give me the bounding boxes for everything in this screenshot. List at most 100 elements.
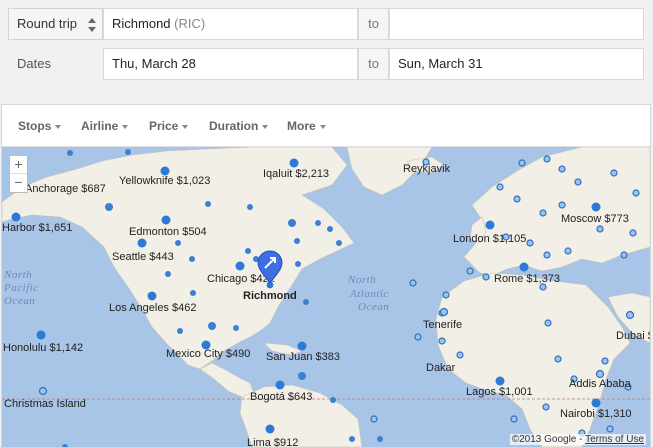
pacific-label-line2: Pacific [3, 282, 39, 294]
airport-dot[interactable] [315, 220, 321, 226]
airport-dot[interactable] [496, 183, 504, 191]
airport-dot[interactable] [610, 169, 618, 177]
filter-more[interactable]: More [287, 119, 326, 133]
airport-dot[interactable] [544, 319, 552, 327]
airport-dot[interactable] [414, 333, 422, 341]
airport-dot[interactable] [632, 189, 640, 197]
airport-dot[interactable] [442, 291, 450, 299]
airport-dot[interactable] [539, 209, 547, 217]
airport-dot[interactable] [558, 165, 566, 173]
airport-dot[interactable] [294, 238, 300, 244]
destination-christmas-island[interactable]: Christmas Island [4, 386, 86, 411]
airport-dot[interactable] [303, 299, 309, 305]
airport-dot[interactable] [105, 203, 113, 211]
ocean-label-line2: Atlantic [349, 288, 389, 300]
airport-dot[interactable] [409, 279, 417, 287]
destination-label: Lima $912 [247, 437, 298, 447]
airport-dot[interactable] [67, 150, 73, 156]
airport-dot[interactable] [189, 256, 195, 262]
airport-dot[interactable] [513, 195, 521, 203]
airport-dot[interactable] [330, 397, 336, 403]
destination-anchorage[interactable]: Anchorage $687 [20, 181, 106, 195]
airport-dot[interactable] [606, 425, 614, 433]
airport-dot[interactable] [526, 239, 534, 247]
airport-dot[interactable] [438, 337, 446, 345]
zoom-in-button[interactable]: + [10, 156, 27, 174]
airport-dot[interactable] [629, 229, 637, 237]
filter-airline[interactable]: Airline [81, 119, 129, 133]
airport-dot[interactable] [233, 325, 239, 331]
airport-dot[interactable] [466, 267, 474, 275]
airport-dot[interactable] [620, 251, 628, 259]
airport-dot[interactable] [208, 322, 216, 330]
airport-dot[interactable] [336, 240, 342, 246]
airport-dot[interactable] [554, 355, 562, 363]
trip-type-select[interactable]: Round trip [8, 8, 103, 40]
destination-label: London $1,105 [453, 233, 526, 245]
destination-label: San Juan $383 [266, 351, 340, 363]
select-arrows-icon [88, 18, 96, 32]
origin-label: Richmond [243, 290, 297, 302]
filter-duration[interactable]: Duration [209, 119, 269, 133]
destination-reykjavik[interactable]: Reykjavik [403, 163, 451, 175]
origin-field[interactable]: Richmond (RIC) [103, 8, 358, 40]
destination-honolulu[interactable]: Honolulu $1,142 [3, 330, 83, 355]
airport-dot[interactable] [482, 273, 490, 281]
depart-date-field[interactable]: Thu, March 28 [103, 48, 358, 80]
destination-label: Harbor $1,651 [2, 222, 72, 234]
airport-dot[interactable] [370, 415, 378, 423]
airport-dot[interactable] [295, 261, 301, 267]
filter-airline-label: Airline [81, 119, 119, 133]
airport-dot[interactable] [298, 372, 306, 380]
airport-dot[interactable] [542, 403, 550, 411]
airport-dot[interactable] [288, 219, 296, 227]
airport-dot[interactable] [456, 351, 464, 359]
filter-more-label: More [287, 119, 316, 133]
airport-dot[interactable] [190, 290, 196, 296]
trip-type-label: Round trip [17, 16, 77, 31]
destination-label: Anchorage $687 [25, 183, 106, 195]
airport-dot[interactable] [165, 271, 171, 277]
destination-label: Rome $1,373 [494, 273, 560, 285]
airport-dot[interactable] [175, 240, 181, 246]
airport-dot[interactable] [245, 248, 251, 254]
destination-label: Tenerife [423, 319, 462, 331]
airport-dot[interactable] [510, 415, 518, 423]
airport-dot[interactable] [596, 225, 604, 233]
origin-city: Richmond [112, 16, 171, 31]
airport-dot[interactable] [558, 201, 566, 209]
filter-stops[interactable]: Stops [18, 119, 62, 133]
airport-dot[interactable] [327, 226, 333, 232]
world-map[interactable]: North Atlantic Ocean North Pacific Ocean… [2, 147, 650, 447]
map-canvas: North Atlantic Ocean North Pacific Ocean… [2, 147, 650, 447]
destination-field[interactable] [389, 8, 644, 40]
filter-price[interactable]: Price [149, 119, 189, 133]
airport-dot[interactable] [601, 357, 609, 365]
airport-dot[interactable] [247, 204, 253, 210]
airport-dot[interactable] [518, 159, 526, 167]
airport-dot[interactable] [125, 149, 131, 155]
destination-label: Yellowknife $1,023 [119, 175, 210, 187]
results-panel: Stops Airline Price Duration More North … [1, 104, 651, 447]
airport-dot[interactable] [574, 178, 582, 186]
airport-dot[interactable] [177, 328, 183, 334]
zoom-out-button[interactable]: − [10, 174, 27, 192]
return-date-field[interactable]: Sun, March 31 [389, 48, 644, 80]
route-row: Round trip Richmond (RIC) to [8, 8, 644, 40]
filter-bar: Stops Airline Price Duration More [2, 105, 650, 147]
destination-label: Bogotá $643 [250, 391, 312, 403]
airport-dot[interactable] [543, 155, 551, 163]
filter-price-label: Price [149, 119, 179, 133]
filter-stops-label: Stops [18, 119, 52, 133]
destination-label: Los Angeles $462 [109, 302, 196, 314]
airport-dot[interactable] [564, 247, 572, 255]
airport-dot[interactable] [205, 201, 211, 207]
terms-link[interactable]: Terms of Use [585, 434, 644, 445]
airport-dot[interactable] [543, 251, 551, 259]
chevron-down-icon [319, 124, 326, 129]
airport-dot[interactable] [349, 436, 355, 442]
destination-bogota[interactable]: Bogotá $643 [250, 380, 312, 404]
destination-dakar[interactable]: Dakar [426, 362, 456, 374]
airport-dot[interactable] [377, 436, 383, 442]
destination-label: Christmas Island [4, 398, 86, 410]
